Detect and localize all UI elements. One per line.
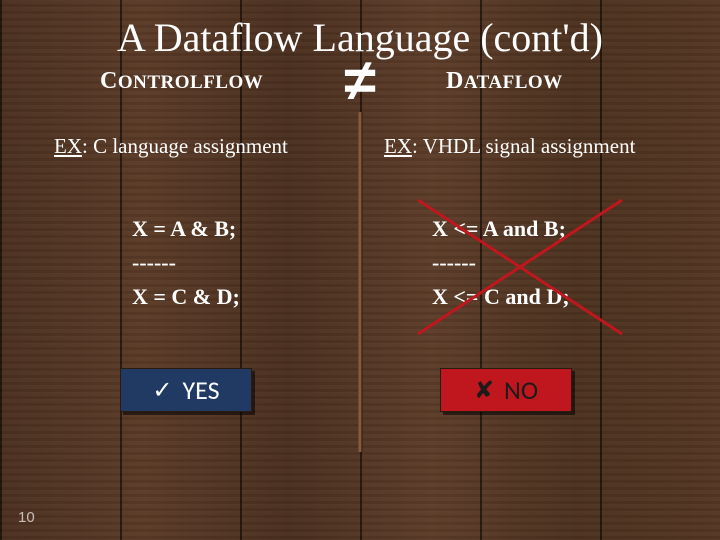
ex-prefix: EX (384, 134, 412, 158)
heading-dataflow: DATAFLOW (446, 68, 563, 95)
heading-rest: ATAFLOW (464, 72, 563, 93)
badge-text: NO (504, 374, 538, 406)
x-icon: ✘ (474, 376, 494, 405)
code-line: X = C & D; (132, 280, 240, 314)
not-equal-icon: ≠ (344, 52, 376, 110)
code-line: ------ (132, 246, 240, 280)
check-icon: ✓ (152, 376, 172, 405)
ex-rest: : VHDL signal assignment (412, 134, 635, 158)
ex-prefix: EX (54, 134, 82, 158)
heading-cap: D (446, 68, 464, 94)
badge-no: ✘ NO (440, 368, 572, 412)
vertical-divider (359, 112, 362, 452)
example-label-left: EX: C language assignment (54, 134, 288, 159)
heading-controlflow: CONTROLFLOW (100, 68, 263, 95)
heading-rest: ONTROLFLOW (118, 72, 263, 93)
code-line: X <= A and B; (432, 212, 570, 246)
ex-rest: : C language assignment (82, 134, 288, 158)
code-block-right: X <= A and B; ------ X <= C and D; (432, 212, 570, 314)
badge-text: YES (183, 374, 220, 406)
code-line: X = A & B; (132, 212, 240, 246)
badge-yes: ✓ YES (120, 368, 252, 412)
heading-cap: C (100, 68, 118, 94)
example-label-right: EX: VHDL signal assignment (384, 134, 635, 159)
code-block-left: X = A & B; ------ X = C & D; (132, 212, 240, 314)
code-line: ------ (432, 246, 570, 280)
code-line: X <= C and D; (432, 280, 570, 314)
page-number: 10 (18, 509, 35, 526)
slide: A Dataflow Language (cont'd) ≠ CONTROLFL… (0, 0, 720, 540)
